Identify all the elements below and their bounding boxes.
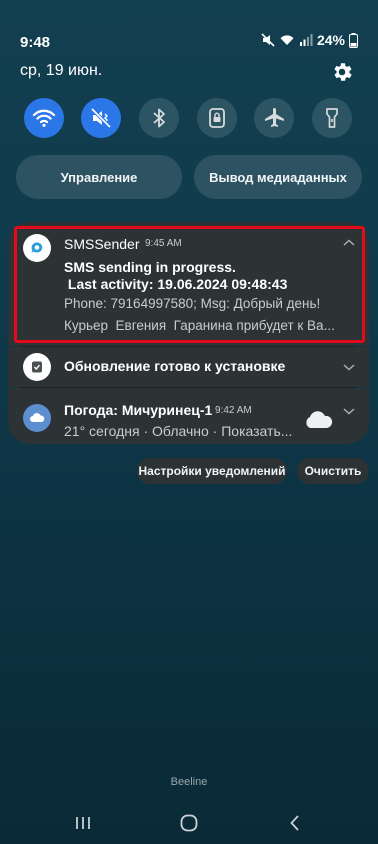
update-icon [32, 361, 42, 373]
divider [20, 387, 357, 388]
toggle-rotation-lock[interactable] [197, 98, 237, 138]
update-title: Обновление готово к установке [64, 358, 286, 374]
weather-title: Погода: Мичуринец-1 [64, 402, 213, 418]
toggle-airplane[interactable] [254, 98, 294, 138]
date: ср, 19 июн. [20, 62, 103, 79]
wifi-icon [280, 35, 294, 45]
wifi-icon [32, 109, 56, 127]
signal-icon [299, 34, 313, 46]
carrier-label: Beeline [170, 776, 208, 788]
cloud-icon [306, 411, 333, 428]
back-icon[interactable] [288, 814, 302, 832]
highlight-box [14, 226, 365, 343]
clear-button[interactable]: Очистить [297, 458, 369, 484]
battery-percent: 24% [316, 32, 345, 48]
update-app-icon [23, 353, 51, 381]
media-output-button[interactable]: Вывод медиаданных [194, 155, 362, 199]
home-icon[interactable] [179, 814, 199, 832]
toggle-flashlight[interactable] [312, 98, 352, 138]
cloud-icon [30, 413, 45, 422]
mute-icon [261, 33, 275, 47]
navigation-bar [0, 806, 378, 844]
mute-icon [90, 107, 112, 129]
weather-text: 21° сегодня · Облачно · Показать... [64, 423, 293, 439]
toggle-bluetooth[interactable] [139, 98, 179, 138]
notification-settings-button[interactable]: Настройки уведомлений [137, 458, 287, 484]
bluetooth-icon [153, 108, 165, 128]
flashlight-icon [326, 108, 338, 128]
lock-icon [209, 108, 225, 128]
toggle-wifi[interactable] [24, 98, 64, 138]
airplane-icon [265, 108, 284, 127]
recent-apps-icon[interactable] [74, 815, 92, 831]
weather-app-icon [23, 404, 51, 432]
control-button[interactable]: Управление [16, 155, 182, 199]
weather-time: 9:42 AM [215, 405, 252, 416]
status-time: 9:48 [20, 34, 51, 51]
battery-icon [349, 32, 358, 48]
status-icons: 24% [261, 32, 358, 48]
chevron-down-icon[interactable] [342, 362, 356, 372]
divider [20, 346, 357, 347]
toggle-sound[interactable] [81, 98, 121, 138]
gear-icon[interactable] [330, 60, 354, 84]
chevron-down-icon[interactable] [342, 406, 356, 416]
